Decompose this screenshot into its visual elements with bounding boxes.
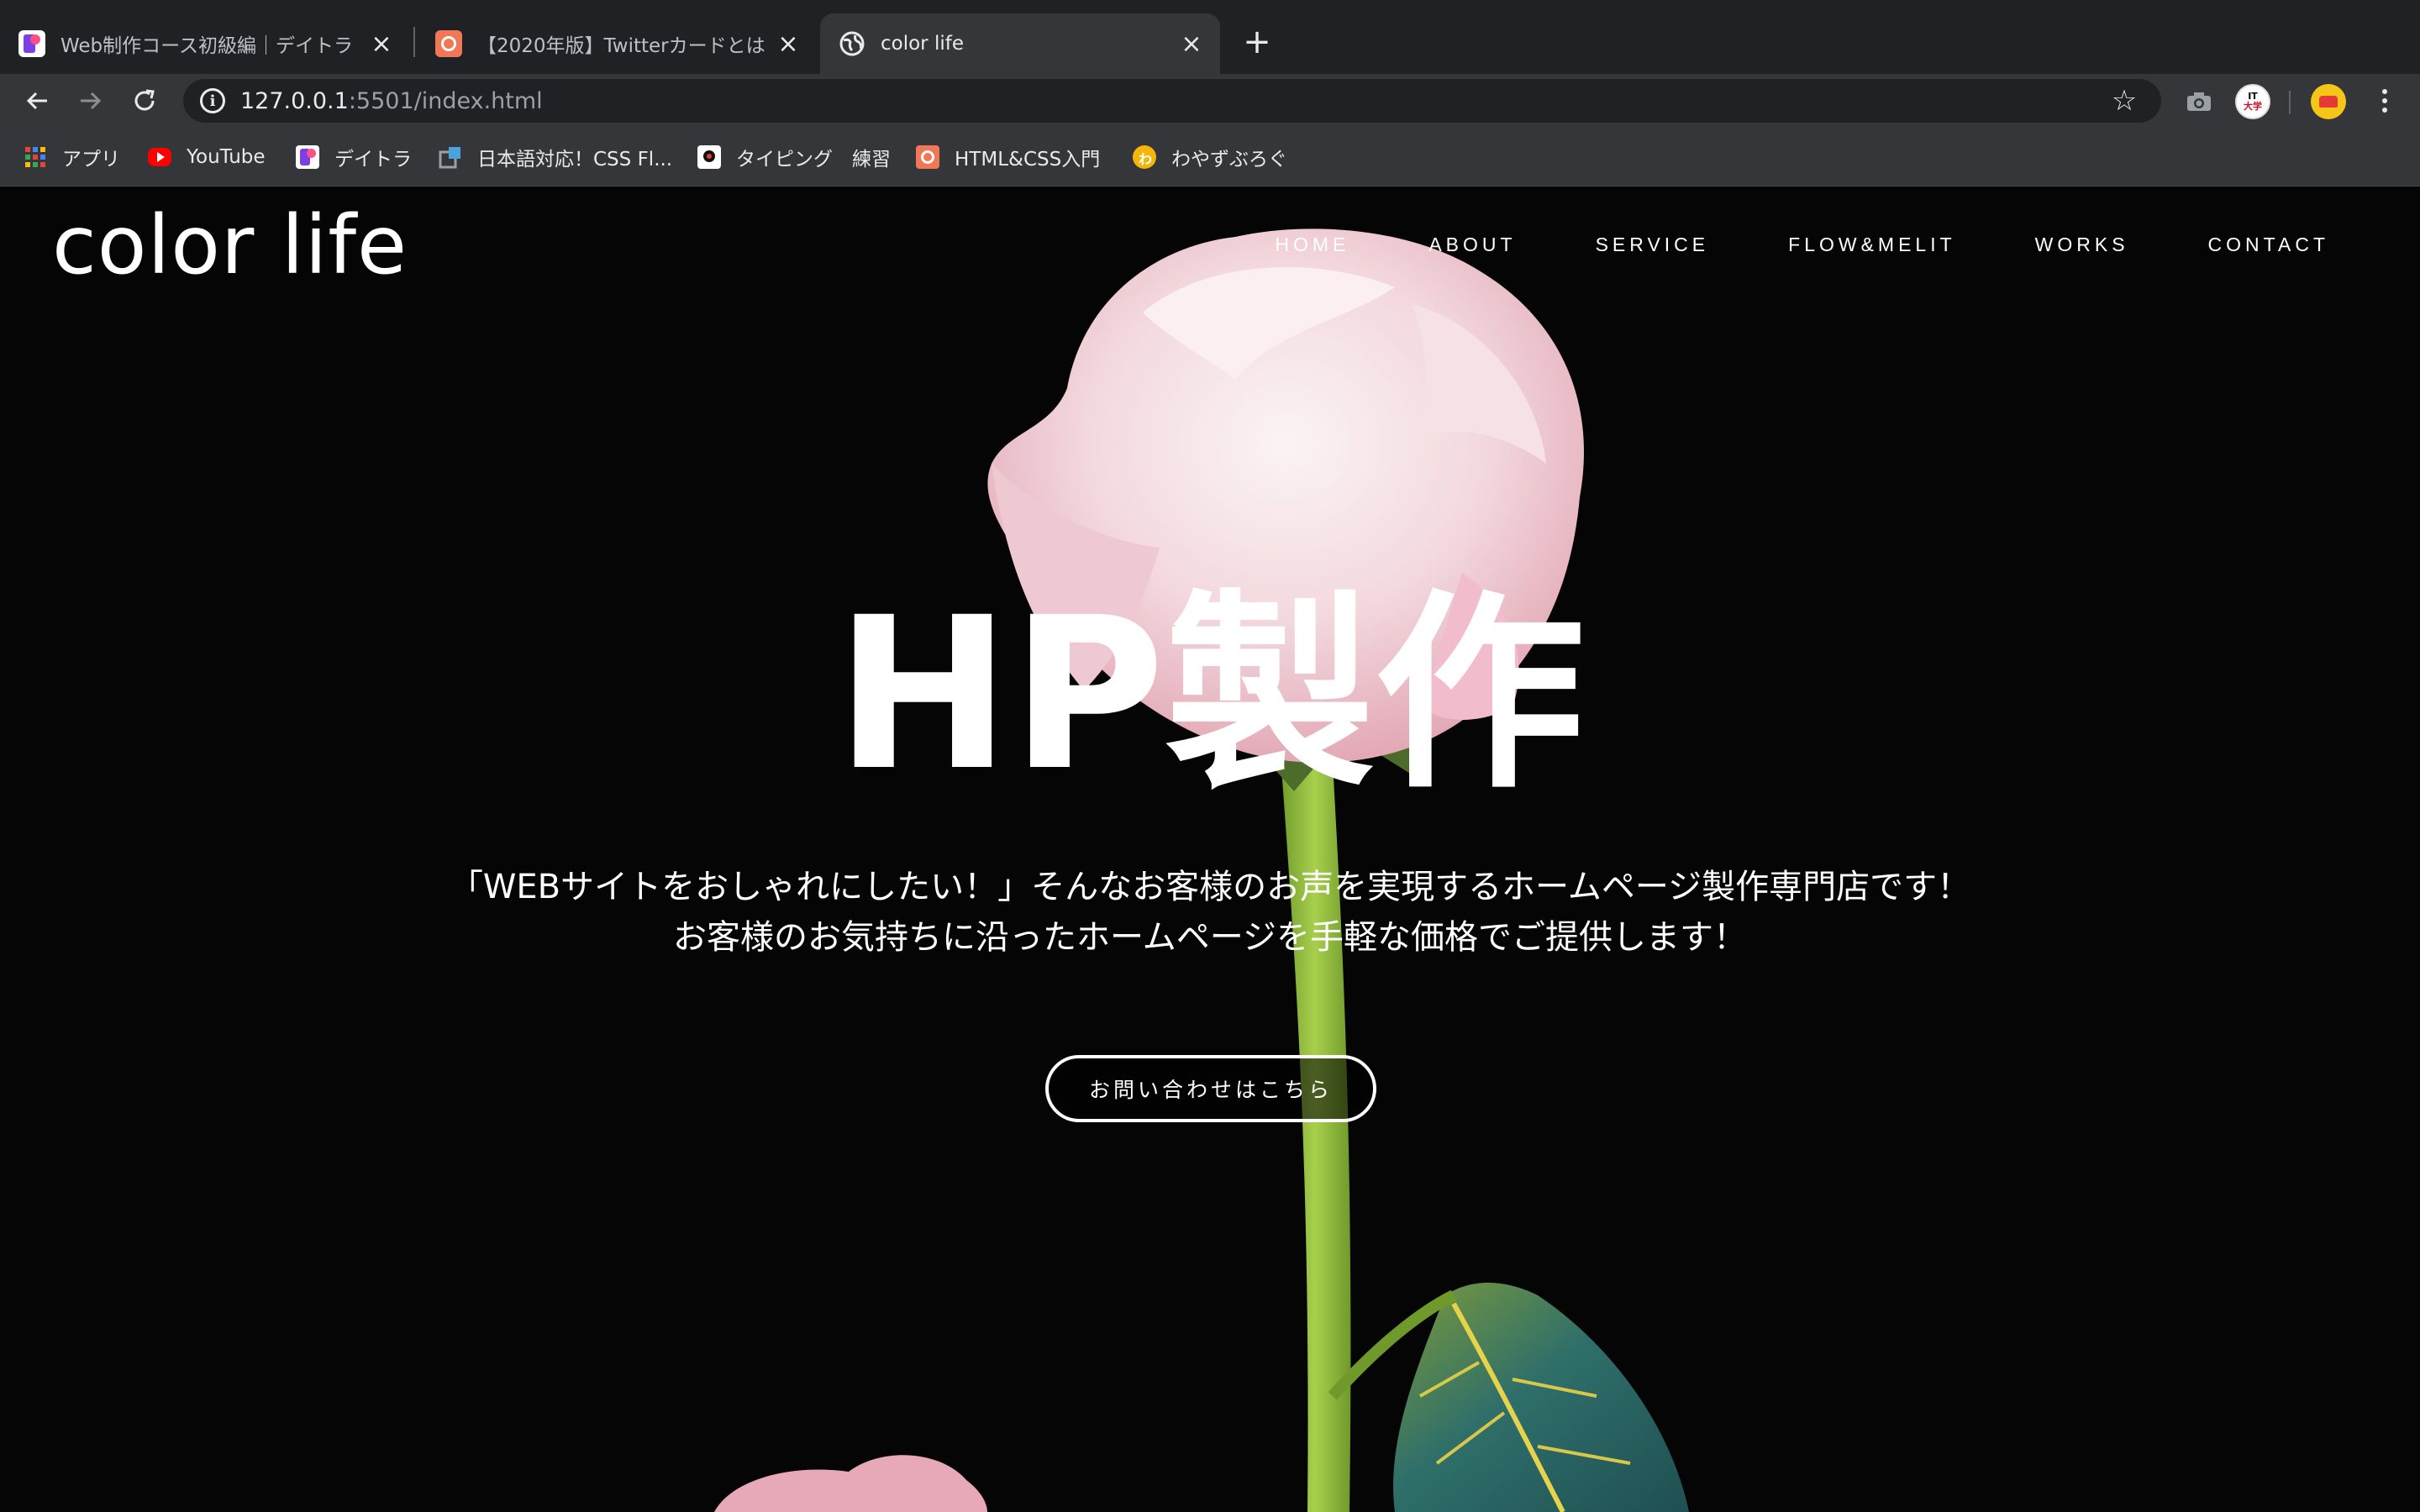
typing-icon xyxy=(697,145,721,169)
tab-title: color life xyxy=(881,33,964,55)
daytra-icon xyxy=(296,145,319,169)
bookmark-typing[interactable]: タイピング 練習 xyxy=(697,143,891,171)
bookmark-youtube[interactable]: YouTube xyxy=(148,143,266,171)
camera-icon[interactable] xyxy=(2181,84,2217,119)
tab-title: 【2020年版】Twitterカードとは？ xyxy=(477,35,765,57)
close-icon[interactable]: × xyxy=(771,27,805,60)
nav-service[interactable]: SERVICE xyxy=(1596,234,1710,256)
tab-daytra[interactable]: Web制作コース初級編｜デイトラ × xyxy=(0,13,410,74)
bookmark-label: 日本語対応！CSS Fl... xyxy=(477,149,673,171)
tab-twitter-card[interactable]: 【2020年版】Twitterカードとは？ × xyxy=(417,13,817,74)
nav-contact[interactable]: CONTACT xyxy=(2208,234,2329,256)
reload-button[interactable] xyxy=(124,81,165,121)
url-text: 127.0.0.1:5501/index.html xyxy=(240,88,543,114)
bookmark-label: YouTube xyxy=(187,146,266,168)
tab-divider xyxy=(413,27,415,57)
bookmark-apps[interactable]: アプリ xyxy=(24,143,120,171)
bookmark-label: デイトラ xyxy=(334,149,412,171)
tab-title: Web制作コース初級編｜デイトラ xyxy=(60,35,353,57)
html-css-icon xyxy=(916,145,939,169)
contact-cta-button[interactable]: お問い合わせはこちら xyxy=(1045,1055,1376,1122)
site-logo[interactable]: color life xyxy=(52,198,408,292)
browser-toolbar: i 127.0.0.1:5501/index.html ☆ IT 大学 xyxy=(0,74,2420,128)
close-icon[interactable]: × xyxy=(365,27,398,60)
hero-description: 「WEBサイトをおしゃれにしたい！」そんなお客様のお声を実現するホームページ製作… xyxy=(0,862,2420,963)
daytra-icon xyxy=(18,30,45,57)
bookmark-label: わやずぶろぐ xyxy=(1171,149,1287,171)
hero-line-1: 「WEBサイトをおしゃれにしたい！」そんなお客様のお声を実現するホームページ製作… xyxy=(449,868,1971,906)
globe-icon xyxy=(839,30,865,57)
bookmark-label: タイピング 練習 xyxy=(736,149,891,171)
arrow-left-icon xyxy=(26,92,47,110)
bookmark-daytra[interactable]: デイトラ xyxy=(296,143,412,171)
global-nav: HOME ABOUT SERVICE FLOW&MELIT WORKS CONT… xyxy=(1196,234,2329,256)
arrow-right-icon xyxy=(81,92,102,110)
hero-title: HP製作 xyxy=(834,572,1586,816)
profile-avatar[interactable] xyxy=(2311,84,2346,119)
nav-works[interactable]: WORKS xyxy=(2035,234,2129,256)
toolbar-divider xyxy=(2289,91,2291,114)
bookmark-css-flex[interactable]: 日本語対応！CSS Fl... xyxy=(439,143,672,171)
nav-about[interactable]: ABOUT xyxy=(1428,234,1516,256)
new-tab-button[interactable]: + xyxy=(1237,22,1277,62)
tab-color-life[interactable]: color life × xyxy=(820,13,1220,74)
menu-kebab-icon[interactable] xyxy=(2365,81,2405,121)
back-button[interactable] xyxy=(17,81,57,121)
it-daigaku-extension-icon[interactable]: IT 大学 xyxy=(2235,84,2270,119)
youtube-icon xyxy=(148,148,171,166)
forward-button[interactable] xyxy=(71,81,111,121)
bookmarks-bar: アプリ YouTube デイトラ 日本語対応！CSS Fl... タイピング 練… xyxy=(0,128,2420,186)
url-path: :5501/index.html xyxy=(348,87,543,114)
nav-home[interactable]: HOME xyxy=(1275,234,1349,256)
close-icon[interactable]: × xyxy=(1175,27,1208,60)
tab-strip: Web制作コース初級編｜デイトラ × 【2020年版】Twitterカードとは？… xyxy=(0,0,2420,74)
info-icon[interactable]: i xyxy=(200,88,225,113)
hero-line-2: お客様のお気持ちに沿ったホームページを手軽な価格でご提供します！ xyxy=(673,918,1747,957)
bookmark-html-css[interactable]: HTML&CSS入門 xyxy=(916,143,1100,171)
bookmark-wayazu[interactable]: わ わやずぶろぐ xyxy=(1133,143,1287,171)
address-bar[interactable]: i 127.0.0.1:5501/index.html ☆ xyxy=(183,79,2161,123)
bookmark-label: HTML&CSS入門 xyxy=(955,149,1101,171)
nav-flow-melit[interactable]: FLOW&MELIT xyxy=(1788,234,1956,256)
bookmark-label: アプリ xyxy=(62,149,120,171)
url-host: 127.0.0.1 xyxy=(240,87,349,114)
wayazu-icon: わ xyxy=(1133,145,1156,169)
hero-rose-image xyxy=(714,228,1689,1512)
page-viewport: color life HOME ABOUT SERVICE FLOW&MELIT… xyxy=(0,186,2420,1512)
star-icon[interactable]: ☆ xyxy=(2107,84,2141,118)
reload-icon xyxy=(134,89,155,111)
orange-site-icon xyxy=(435,30,462,57)
apps-grid-icon xyxy=(24,145,47,169)
css-flex-icon xyxy=(439,145,462,169)
